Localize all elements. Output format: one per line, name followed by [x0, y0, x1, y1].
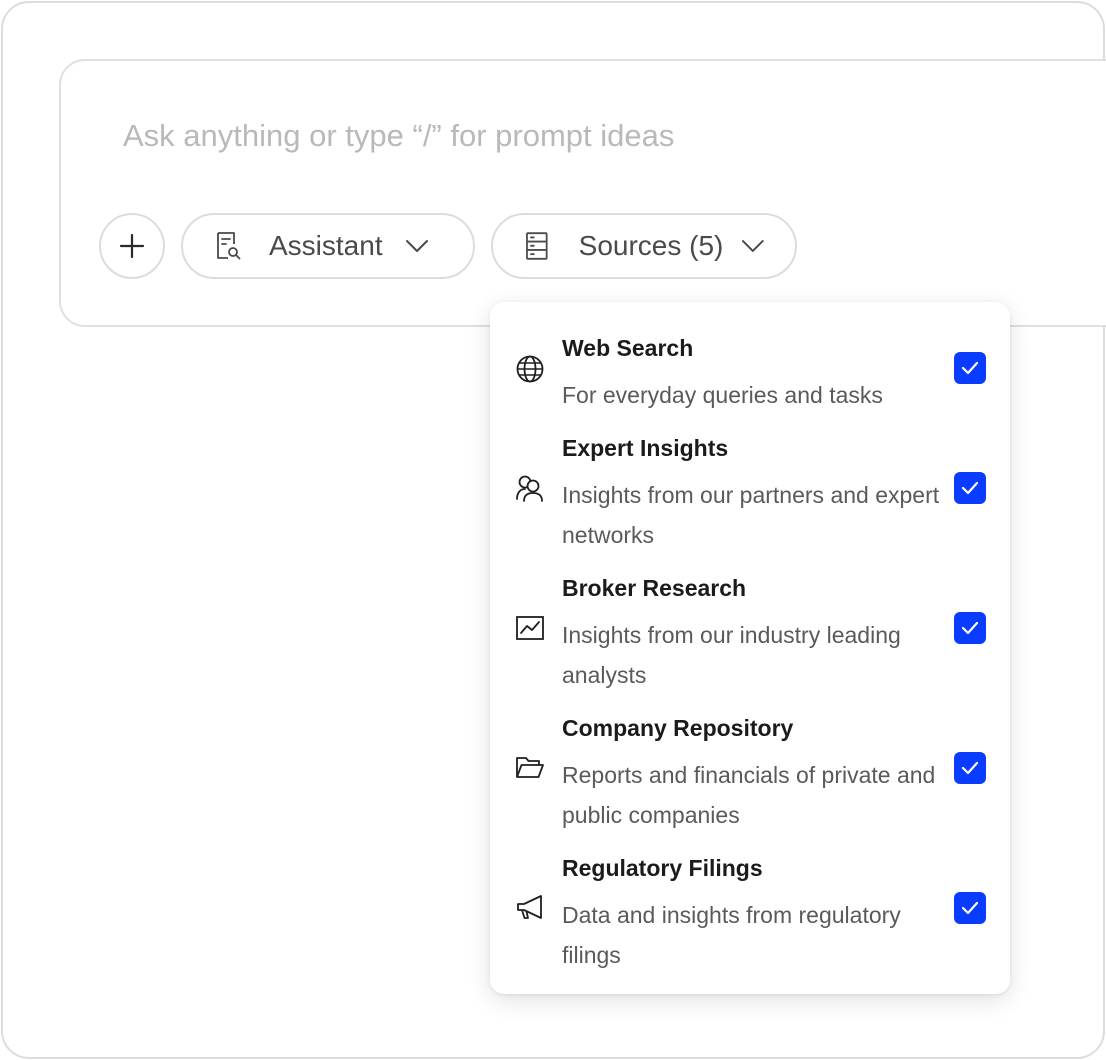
document-search-icon [217, 232, 241, 260]
source-description: Insights from our industry leading analy… [562, 622, 901, 688]
expert-insights-checkbox[interactable] [954, 472, 986, 504]
prompt-input[interactable] [123, 111, 1023, 161]
source-description: Reports and financials of private and pu… [562, 762, 936, 828]
source-title: Web Search [562, 335, 694, 361]
source-item-web-search[interactable]: Web Search For everyday queries and task… [490, 335, 1010, 415]
sources-dropdown[interactable]: Sources (5) [491, 213, 797, 279]
source-title: Regulatory Filings [562, 855, 763, 881]
sources-label: Sources (5) [578, 230, 724, 261]
composer-toolbar: Assistant Sources (5) [99, 213, 797, 279]
globe-icon [514, 353, 546, 385]
assistant-dropdown[interactable]: Assistant [181, 213, 475, 279]
check-icon [961, 621, 979, 635]
folder-open-icon [514, 752, 546, 784]
sources-menu: Web Search For everyday queries and task… [490, 302, 1010, 994]
source-item-company-repository[interactable]: Company Repository Reports and financial… [490, 715, 1010, 835]
source-item-regulatory-filings[interactable]: Regulatory Filings Data and insights fro… [490, 855, 1010, 975]
source-item-expert-insights[interactable]: Expert Insights Insights from our partne… [490, 435, 1010, 555]
broker-research-checkbox[interactable] [954, 612, 986, 644]
source-title: Broker Research [562, 575, 747, 601]
chevron-down-icon [742, 240, 765, 252]
megaphone-icon [514, 892, 546, 924]
assistant-label: Assistant [269, 230, 383, 261]
check-icon [961, 481, 979, 495]
plus-icon [119, 233, 145, 259]
check-icon [961, 761, 979, 775]
regulatory-filings-checkbox[interactable] [954, 892, 986, 924]
source-description: Data and insights from regulatory filing… [562, 902, 901, 968]
source-title: Expert Insights [562, 435, 729, 461]
source-title: Company Repository [562, 715, 794, 741]
source-item-broker-research[interactable]: Broker Research Insights from our indust… [490, 575, 1010, 695]
company-repository-checkbox[interactable] [954, 752, 986, 784]
people-icon [514, 472, 546, 504]
source-description: Insights from our partners and expert ne… [562, 482, 940, 548]
add-button[interactable] [99, 213, 165, 279]
check-icon [961, 901, 979, 915]
database-icon [526, 232, 548, 260]
web-search-checkbox[interactable] [954, 352, 986, 384]
prompt-composer: Assistant Sources (5) [59, 59, 1106, 327]
source-description: For everyday queries and tasks [562, 382, 883, 408]
check-icon [961, 361, 979, 375]
chevron-down-icon [405, 240, 428, 252]
line-chart-icon [514, 612, 546, 644]
